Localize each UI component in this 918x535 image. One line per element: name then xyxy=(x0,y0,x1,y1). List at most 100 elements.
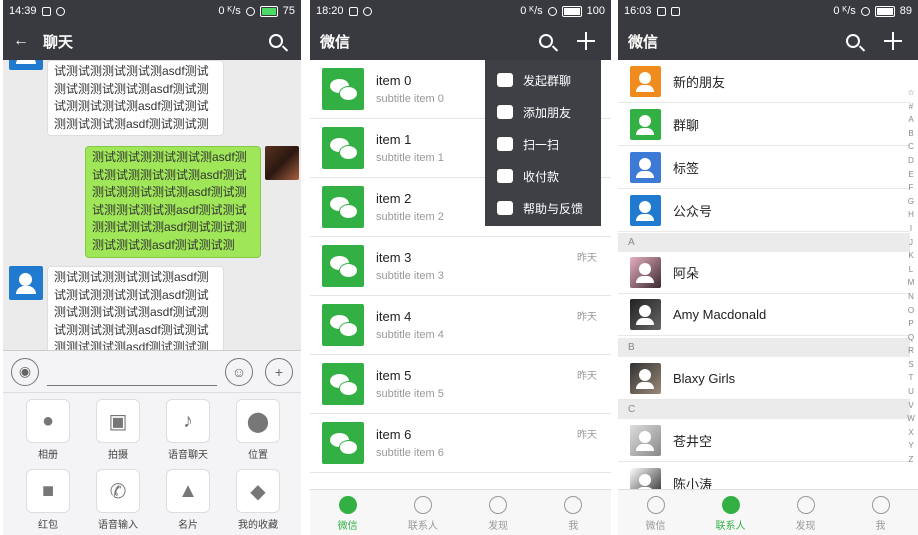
contacts-icon xyxy=(413,496,432,514)
avatar xyxy=(630,257,661,288)
index-letter[interactable]: C xyxy=(906,140,916,154)
tab-discover[interactable]: 发现 xyxy=(461,490,536,535)
index-letter[interactable]: P xyxy=(906,317,916,331)
section-header: B xyxy=(618,338,910,357)
compass-icon xyxy=(796,496,815,514)
index-letter[interactable]: # xyxy=(906,100,916,114)
emoji-icon[interactable]: ☺ xyxy=(225,357,253,386)
tab-me[interactable]: 我 xyxy=(843,490,918,535)
search-icon[interactable] xyxy=(539,34,553,48)
net-speed: 0 ᴷ/s xyxy=(218,5,241,17)
message-sent: 测试测试测测试测试测asdf测试测试测测试测试测asdf测试测试测测试测试测as… xyxy=(85,146,299,258)
index-letter[interactable]: U xyxy=(906,385,916,399)
add-icon[interactable]: + xyxy=(265,357,293,386)
chat-row[interactable]: item 3 subtitle item 3 昨天 xyxy=(310,237,611,296)
panel-item-voice-input[interactable]: ✆ 语音输入 xyxy=(83,469,153,531)
mail-icon xyxy=(670,6,680,16)
search-icon[interactable] xyxy=(269,34,283,48)
index-letter[interactable]: V xyxy=(906,399,916,413)
status-bar: 16:03 0 ᴷ/s 89 xyxy=(618,0,918,22)
contact-group-chat[interactable]: 群聊 xyxy=(618,103,910,146)
tab-discover[interactable]: 发现 xyxy=(768,490,843,535)
index-letter[interactable]: Q xyxy=(906,331,916,345)
message-input[interactable] xyxy=(47,358,217,386)
chat-row[interactable]: item 5 subtitle item 5 昨天 xyxy=(310,355,611,414)
net-speed: 0 ᴷ/s xyxy=(520,5,543,17)
index-letter[interactable]: Y xyxy=(906,439,916,453)
search-icon[interactable] xyxy=(846,34,860,48)
menu-item-scan[interactable]: 扫一扫 xyxy=(485,128,601,160)
voice-icon[interactable]: ◉ xyxy=(11,357,39,386)
new-friend-icon xyxy=(630,65,661,97)
index-letter[interactable]: J xyxy=(906,236,916,250)
chat-row[interactable]: item 4 subtitle item 4 昨天 xyxy=(310,296,611,355)
index-letter[interactable]: G xyxy=(906,195,916,209)
menu-item-add-friend[interactable]: 添加朋友 xyxy=(485,96,601,128)
net-speed: 0 ᴷ/s xyxy=(833,5,856,17)
panel-item-red-packet[interactable]: ■ 红包 xyxy=(13,469,83,531)
panel-item-favorites[interactable]: ◆ 我的收藏 xyxy=(223,469,293,531)
index-letter[interactable]: X xyxy=(906,426,916,440)
tag-icon xyxy=(630,151,661,183)
tab-me[interactable]: 我 xyxy=(536,490,611,535)
index-letter[interactable]: R xyxy=(906,344,916,358)
contact-row[interactable]: Blaxy Girls xyxy=(618,357,910,400)
index-letter[interactable]: Z xyxy=(906,453,916,467)
index-letter[interactable]: ☆ xyxy=(906,86,916,100)
tab-chats[interactable]: 微信 xyxy=(310,490,385,535)
contact-row[interactable]: Amy Macdonald xyxy=(618,294,910,336)
chat-row[interactable]: item 6 subtitle item 6 昨天 xyxy=(310,414,611,473)
menu-item-group-chat[interactable]: 发起群聊 xyxy=(485,64,601,96)
index-letter[interactable]: N xyxy=(906,290,916,304)
alphabet-index[interactable]: ☆ # A B C D E F G H I J K L M N O P Q R S T U V W X Y Z xyxy=(906,86,916,467)
menu-item-help[interactable]: 帮助与反馈 xyxy=(485,192,601,224)
contact-row[interactable]: 苍井空 xyxy=(618,419,910,462)
plus-icon[interactable] xyxy=(884,32,902,50)
message-bubble[interactable]: 测试测试测测试测试测asdf测试测试测测试测试测asdf测试测试测测试测试测as… xyxy=(85,146,261,258)
message-list[interactable]: 试测试测测试测试测asdf测试测试测测试测试测asdf测试测试测测试测试测asd… xyxy=(3,60,301,350)
contact-new-friends[interactable]: 新的朋友 xyxy=(618,60,910,103)
panel-item-location[interactable]: ⬤ 位置 xyxy=(223,399,293,461)
panel-item-voice-chat[interactable]: ♪ 语音聊天 xyxy=(153,399,223,461)
popup-menu: 发起群聊 添加朋友 扫一扫 收付款 帮助与反馈 xyxy=(485,60,601,226)
index-letter[interactable]: L xyxy=(906,263,916,277)
message-bubble[interactable]: 试测试测测试测试测asdf测试测试测测试测试测asdf测试测试测测试测试测asd… xyxy=(47,60,224,137)
index-letter[interactable]: F xyxy=(906,181,916,195)
wechat-icon xyxy=(322,186,364,228)
avatar[interactable] xyxy=(9,266,43,300)
status-time: 18:20 xyxy=(316,5,344,17)
plus-icon[interactable] xyxy=(577,32,595,50)
cube-icon: ◆ xyxy=(236,469,280,513)
tab-chats[interactable]: 微信 xyxy=(618,490,693,535)
page-title: 聊天 xyxy=(43,33,74,51)
contacts-screen: 16:03 0 ᴷ/s 89 微信 新的朋友 群聊 标签 公众号 A 阿朵 Amy… xyxy=(618,0,918,535)
tab-contacts[interactable]: 联系人 xyxy=(693,490,768,535)
contact-official-accounts[interactable]: 公众号 xyxy=(618,189,910,232)
panel-item-card[interactable]: ▲ 名片 xyxy=(153,469,223,531)
index-letter[interactable]: D xyxy=(906,154,916,168)
menu-item-payment[interactable]: 收付款 xyxy=(485,160,601,192)
panel-item-camera[interactable]: ▣ 拍摄 xyxy=(83,399,153,461)
index-letter[interactable]: E xyxy=(906,168,916,182)
index-letter[interactable]: M xyxy=(906,276,916,290)
index-letter[interactable]: K xyxy=(906,249,916,263)
index-letter[interactable]: B xyxy=(906,127,916,141)
index-letter[interactable]: S xyxy=(906,358,916,372)
index-letter[interactable]: A xyxy=(906,113,916,127)
panel-item-album[interactable]: ● 相册 xyxy=(13,399,83,461)
avatar[interactable] xyxy=(265,146,299,180)
avatar xyxy=(630,362,661,394)
index-letter[interactable]: T xyxy=(906,371,916,385)
back-arrow-icon[interactable]: ← xyxy=(13,32,29,50)
status-time: 16:03 xyxy=(624,5,652,17)
message-bubble[interactable]: 测试测试测测试测试测asdf测试测试测测试测试测asdf测试测试测测试测试测as… xyxy=(47,266,224,350)
tab-contacts[interactable]: 联系人 xyxy=(385,490,460,535)
index-letter[interactable]: I xyxy=(906,222,916,236)
index-letter[interactable]: W xyxy=(906,412,916,426)
chat-bubble-icon xyxy=(497,73,513,87)
index-letter[interactable]: O xyxy=(906,304,916,318)
index-letter[interactable]: H xyxy=(906,208,916,222)
contact-tags[interactable]: 标签 xyxy=(618,146,910,189)
avatar[interactable] xyxy=(9,60,43,70)
contact-row[interactable]: 阿朵 xyxy=(618,252,910,294)
